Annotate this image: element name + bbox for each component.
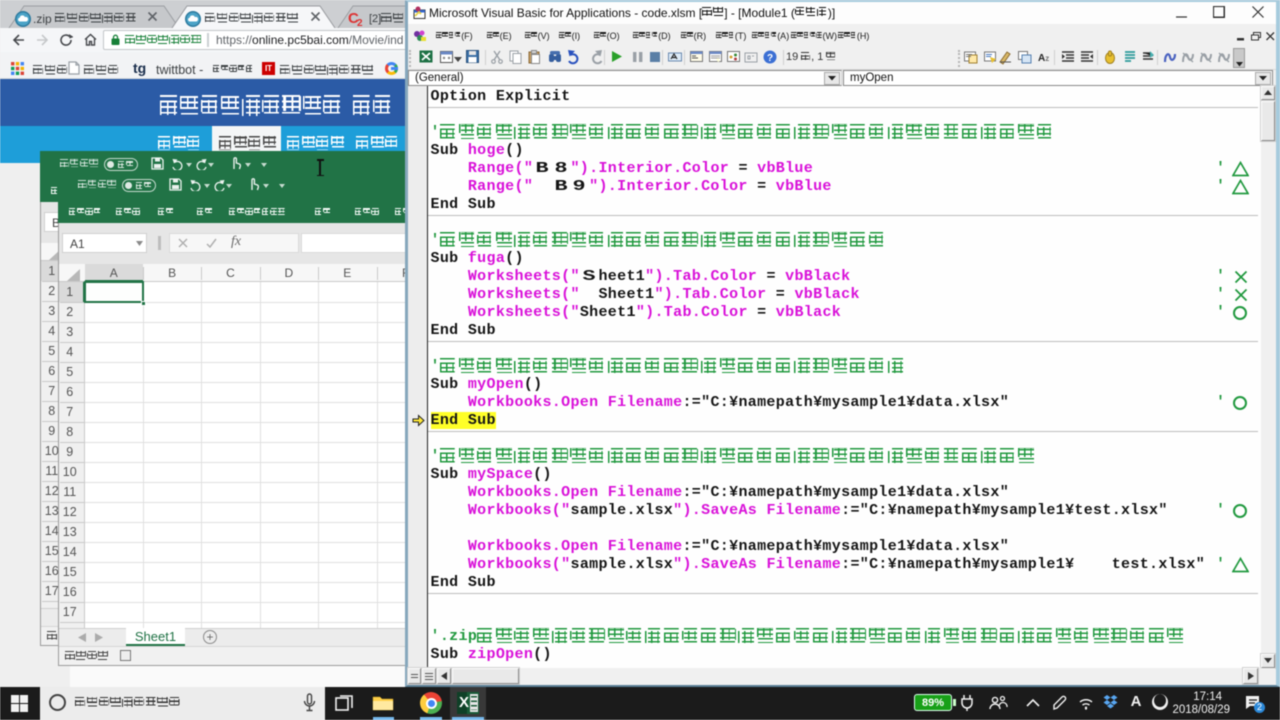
svg-text:?: ?	[767, 53, 773, 64]
svg-text:Az: Az	[1038, 53, 1049, 64]
